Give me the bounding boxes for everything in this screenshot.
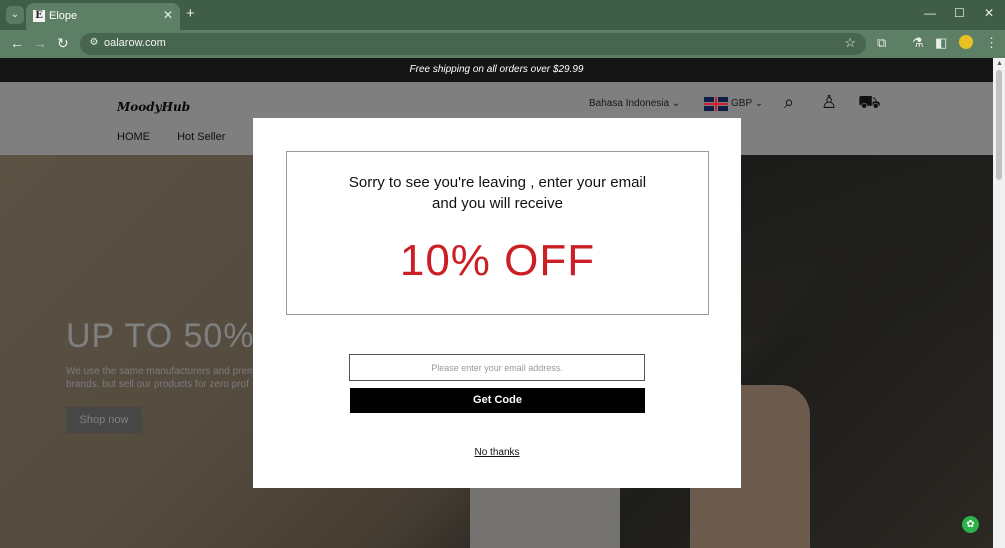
page-scrollbar[interactable]: ▲ (993, 58, 1005, 548)
no-thanks-link[interactable]: No thanks (253, 447, 741, 458)
get-code-button[interactable]: Get Code (350, 388, 645, 413)
browser-toolbar: ← → ↻ ⚙ oalarow.com ☆ ⧉ ⚗ ◧ ⋮ (0, 30, 1005, 58)
tab-strip: ⌄ E Elope ✕ + — ☐ ✕ (0, 0, 1005, 30)
reload-icon[interactable]: ↻ (57, 35, 69, 51)
chat-widget-icon[interactable]: ✿ (962, 516, 979, 533)
scrollbar-thumb[interactable] (996, 70, 1002, 180)
favicon-icon: E (33, 10, 45, 22)
more-menu-icon[interactable]: ⋮ (985, 36, 998, 50)
window-close-button[interactable]: ✕ (984, 6, 994, 20)
announcement-bar: Free shipping on all orders over $29.99 (0, 58, 993, 82)
url-text[interactable]: oalarow.com (104, 37, 166, 49)
forward-arrow-icon[interactable]: → (33, 35, 47, 51)
promo-line-2: and you will receive (432, 195, 563, 212)
site-info-icon[interactable]: ⚙ (87, 36, 101, 50)
scroll-up-arrow-icon[interactable]: ▲ (996, 60, 1003, 67)
promo-box: Sorry to see you're leaving , enter your… (286, 151, 709, 315)
sidebar-icon[interactable]: ◧ (935, 36, 947, 50)
page-viewport: Free shipping on all orders over $29.99 … (0, 58, 993, 548)
labs-icon[interactable]: ⚗ (912, 36, 924, 50)
tab-search-chevron-icon[interactable]: ⌄ (6, 6, 24, 24)
tab-title: Elope (49, 10, 78, 22)
discount-offer: 10% OFF (399, 236, 596, 285)
minimize-button[interactable]: — (924, 6, 936, 20)
back-arrow-icon[interactable]: ← (10, 35, 24, 51)
bookmark-star-icon[interactable]: ☆ (844, 35, 856, 51)
extensions-icon[interactable]: ⧉ (877, 36, 886, 50)
email-input[interactable] (349, 354, 645, 381)
address-bar[interactable]: ⚙ oalarow.com ☆ (80, 33, 866, 55)
promo-line-1: Sorry to see you're leaving , enter your… (348, 174, 647, 191)
new-tab-button[interactable]: + (186, 6, 195, 22)
exit-intent-popup: Sorry to see you're leaving , enter your… (253, 118, 741, 488)
profile-avatar-icon[interactable] (959, 35, 973, 49)
tab-close-icon[interactable]: ✕ (163, 8, 173, 22)
browser-window: ⌄ E Elope ✕ + — ☐ ✕ ← → ↻ ⚙ oalarow.com … (0, 0, 1005, 548)
browser-tab-active[interactable]: E Elope ✕ (26, 3, 180, 30)
maximize-button[interactable]: ☐ (954, 6, 965, 20)
